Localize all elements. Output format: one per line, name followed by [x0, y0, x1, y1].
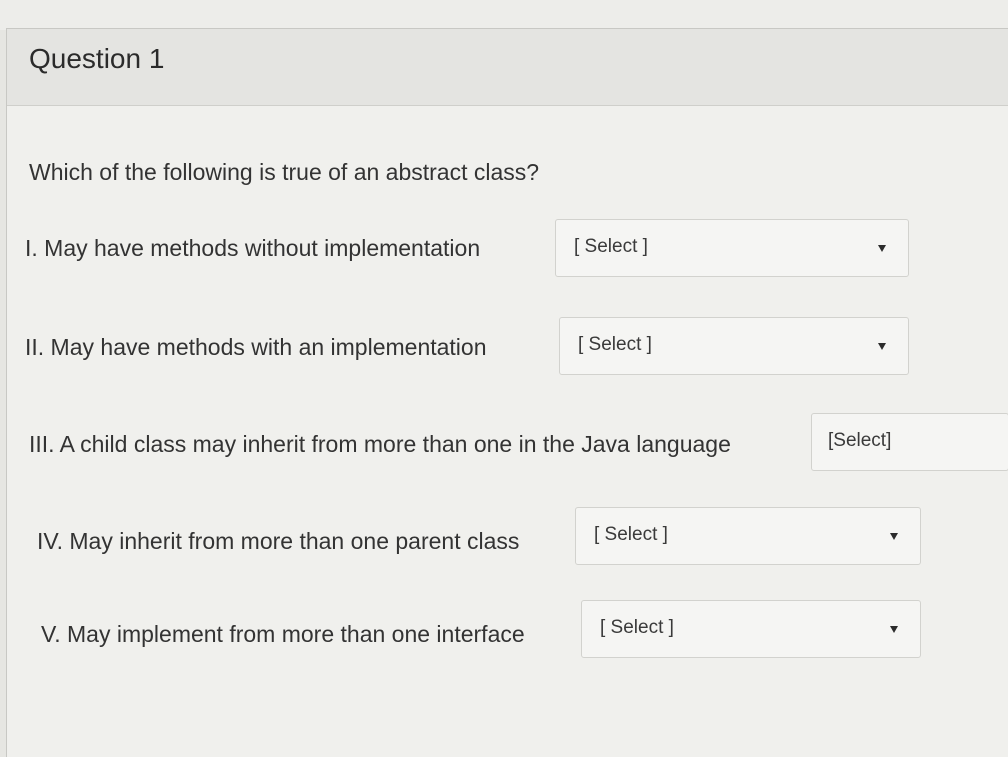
page-top-strip	[0, 0, 1008, 30]
statement-5-select-value: [ Select ]	[600, 617, 674, 638]
caret-down-icon	[878, 343, 886, 350]
caret-down-icon	[890, 626, 898, 633]
statement-5-label: V. May implement from more than one inte…	[41, 621, 525, 647]
statement-4-select-value: [ Select ]	[594, 524, 668, 545]
caret-down-icon	[878, 245, 886, 252]
question-header: Question 1	[7, 29, 1008, 106]
statement-4-select[interactable]: [ Select ]	[575, 507, 921, 565]
statement-1-select-value: [ Select ]	[574, 236, 648, 257]
question-prompt: Which of the following is true of an abs…	[29, 159, 540, 185]
statement-2-select[interactable]: [ Select ]	[559, 317, 909, 375]
statement-1-select[interactable]: [ Select ]	[555, 219, 909, 277]
statement-5-select[interactable]: [ Select ]	[581, 600, 921, 658]
statement-3-select[interactable]: [Select]	[811, 413, 1008, 471]
statement-1-label: I. May have methods without implementati…	[25, 235, 481, 261]
statement-2-label: II. May have methods with an implementat…	[25, 334, 487, 360]
statement-3-label: III. A child class may inherit from more…	[29, 431, 731, 457]
question-title: Question 1	[29, 43, 165, 74]
question-panel: Question 1 Which of the following is tru…	[6, 28, 1008, 757]
statement-4-label: IV. May inherit from more than one paren…	[37, 528, 520, 554]
statement-3-select-value: [Select]	[828, 430, 892, 451]
statement-2-select-value: [ Select ]	[578, 334, 652, 355]
caret-down-icon	[890, 533, 898, 540]
